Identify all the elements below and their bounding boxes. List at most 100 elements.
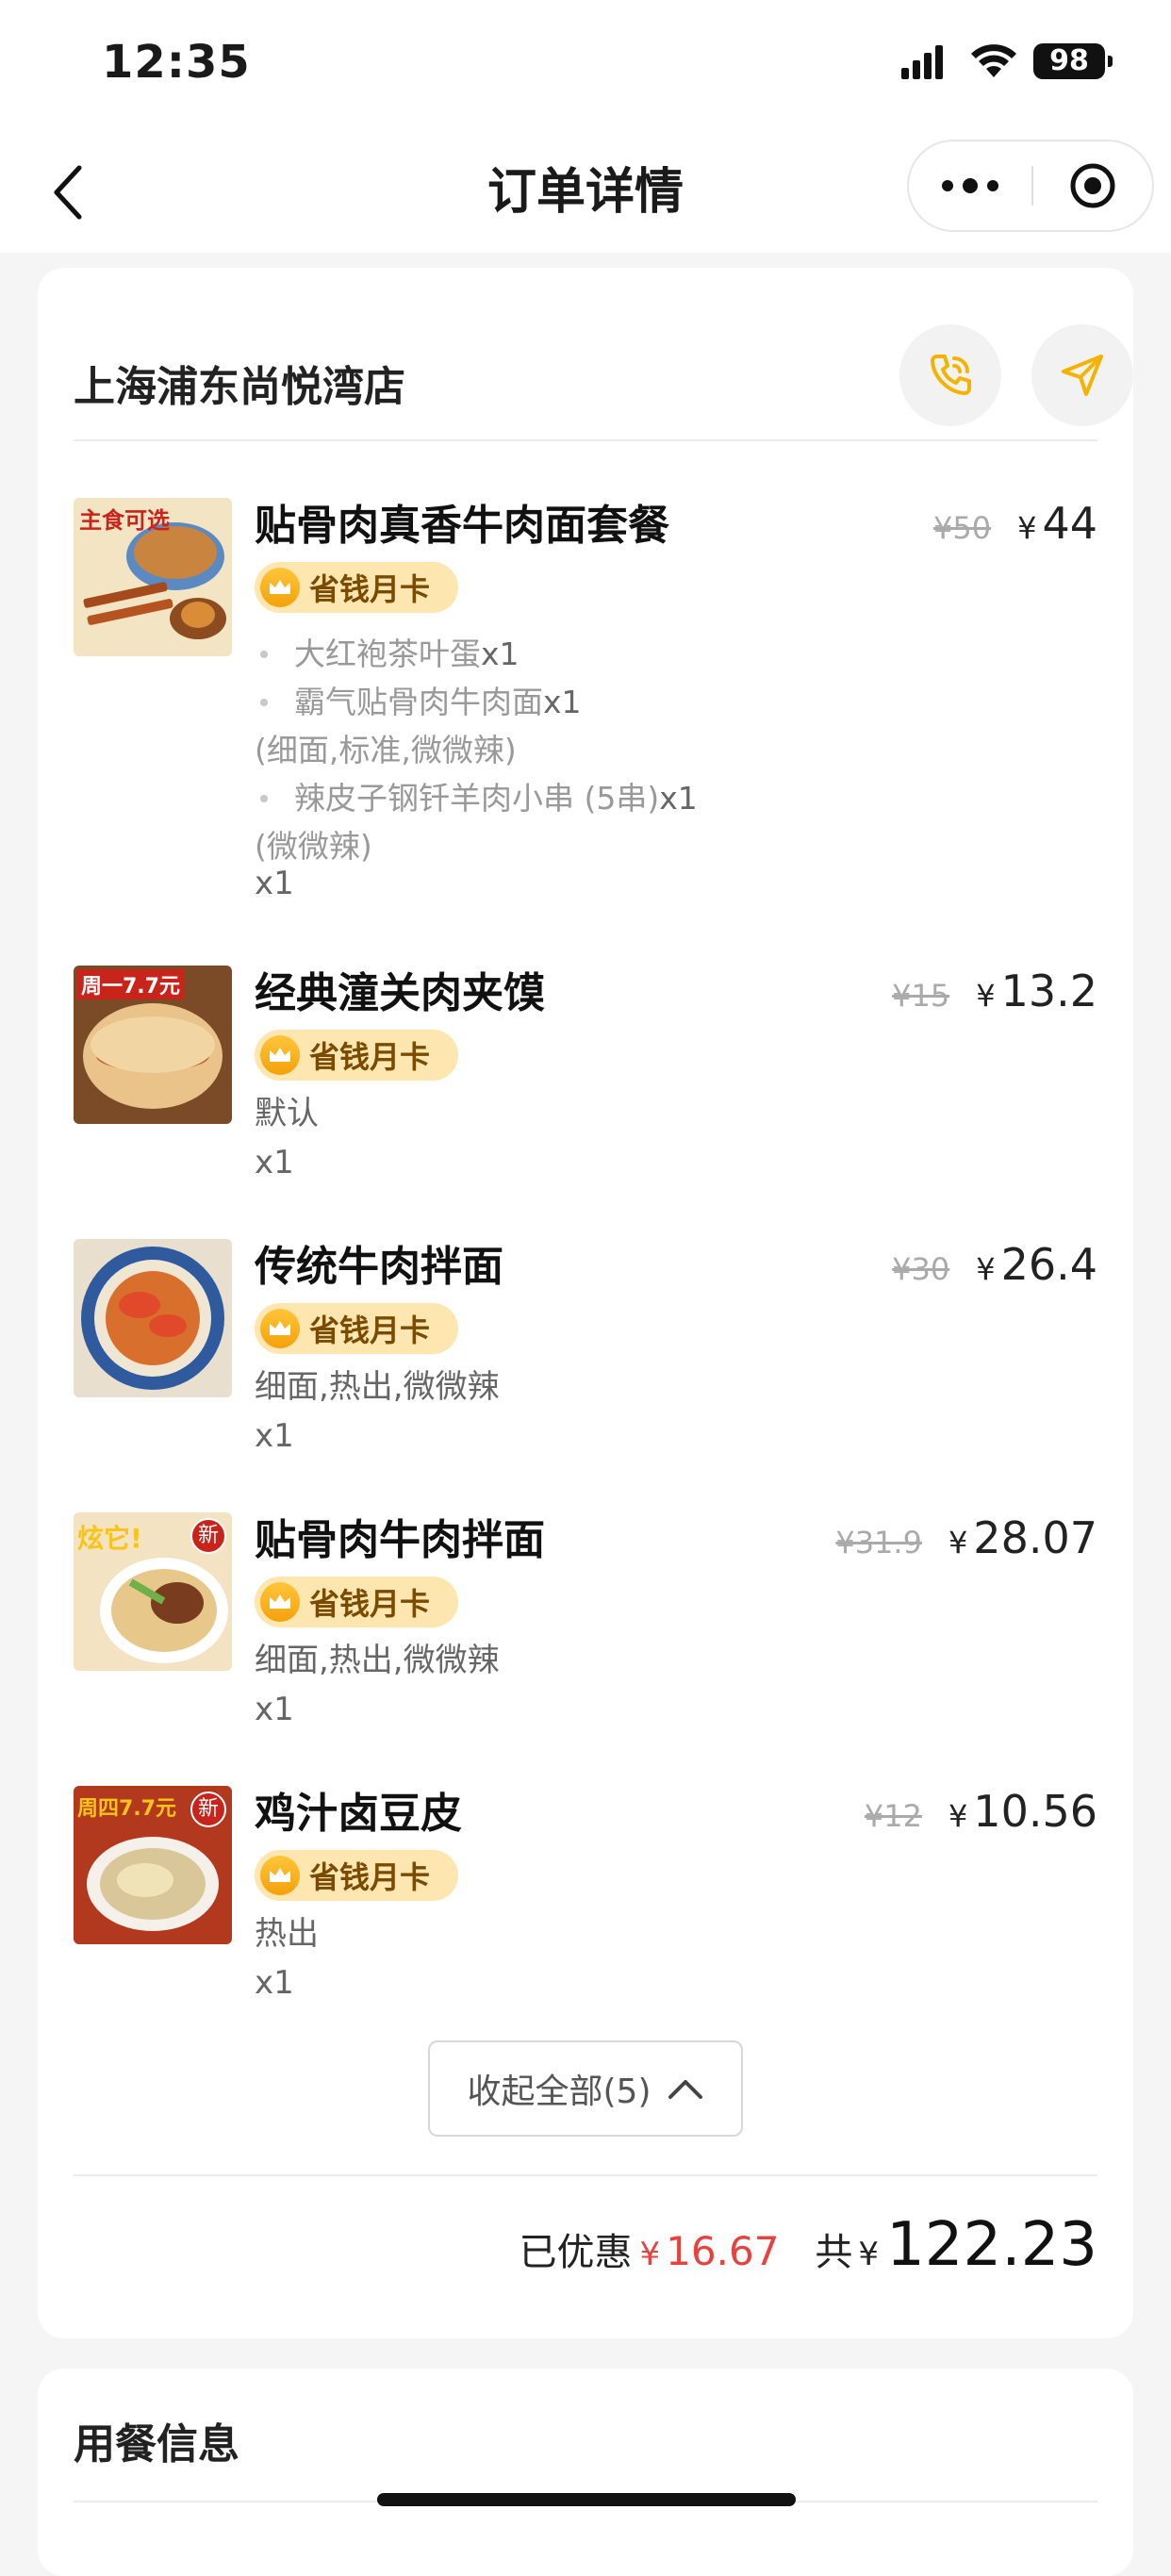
currency-symbol: ¥ [1017, 510, 1037, 546]
order-item[interactable]: 传统牛肉拌面 ¥30 ¥ 26.4 省钱月卡 细面,热出,微微辣 x1 [74, 1239, 1097, 1475]
badge-label: 省钱月卡 [309, 1586, 431, 1622]
collapse-all-button[interactable]: 收起全部(5) [428, 2040, 743, 2137]
original-price: ¥30 [892, 1251, 950, 1287]
item-quantity: x1 [255, 1964, 294, 2002]
item-price: ¥31.9 ¥ 28.07 [835, 1512, 1097, 1569]
store-divider [74, 439, 1097, 441]
item-image: 主食可选 [74, 498, 232, 656]
store-name: 上海浦东尚悦湾店 [74, 363, 405, 411]
phone-icon [931, 355, 971, 395]
mini-program-capsule [907, 140, 1154, 232]
item-image-caption: 周四7.7元 [77, 1797, 176, 1821]
current-price: 10.56 [973, 1786, 1097, 1837]
combo-sub-items: 大红袍茶叶蛋x1 霸气贴骨肉牛肉面x1 (细面,标准,微微辣) 辣皮子钢钎羊肉小… [255, 630, 783, 870]
currency-symbol: ¥ [948, 1525, 968, 1560]
order-item[interactable]: 炫它! 新 贴骨肉牛肉拌面 ¥31.9 ¥ 28.07 省钱月卡 细面,热出,微… [74, 1512, 1097, 1748]
item-spec: 默认 [255, 1095, 319, 1132]
wifi-icon [971, 44, 1016, 77]
battery-icon: 98 [1033, 43, 1113, 79]
nav-bar: 订单详情 [0, 132, 1171, 253]
badge-label: 省钱月卡 [309, 1859, 431, 1895]
crown-icon [260, 1309, 300, 1348]
home-indicator[interactable] [377, 2493, 796, 2506]
target-close-icon[interactable] [1033, 141, 1152, 230]
navigate-store-button[interactable] [1031, 324, 1133, 426]
badge-label: 省钱月卡 [309, 1039, 431, 1075]
new-tag: 新 [190, 1518, 226, 1554]
item-image: 炫它! 新 [74, 1512, 232, 1671]
item-price: ¥15 ¥ 13.2 [892, 966, 1097, 1022]
member-card-badge: 省钱月卡 [255, 1577, 458, 1627]
item-quantity: x1 [255, 865, 294, 902]
member-card-badge: 省钱月卡 [255, 1030, 458, 1081]
item-quantity: x1 [255, 1691, 294, 1728]
original-price: ¥15 [892, 978, 950, 1014]
item-price: ¥50 ¥ 44 [933, 498, 1097, 554]
current-price: 44 [1042, 498, 1097, 549]
item-image-caption: 主食可选 [79, 507, 170, 534]
badge-label: 省钱月卡 [309, 1313, 431, 1348]
original-price: ¥50 [933, 510, 992, 546]
dining-info-title: 用餐信息 [74, 2420, 239, 2469]
order-item[interactable]: 周一7.7元 经典潼关肉夹馍 ¥15 ¥ 13.2 省钱月卡 默认 x1 [74, 966, 1097, 1201]
cellular-signal-icon [901, 45, 943, 79]
item-spec: 细面,热出,微微辣 [255, 1642, 500, 1679]
total-label: 共 [815, 2231, 853, 2274]
crown-icon [260, 1582, 300, 1622]
chevron-up-icon [668, 2080, 702, 2099]
order-card: 上海浦东尚悦湾店 主食可选 贴骨肉真香牛肉面套餐 ¥50 ¥ 44 省钱月卡 大… [38, 268, 1133, 2338]
original-price: ¥12 [864, 1798, 922, 1834]
item-price: ¥12 ¥ 10.56 [865, 1786, 1097, 1842]
currency-symbol: ¥ [976, 978, 996, 1014]
sub-item-options: (微微辣) [255, 828, 372, 865]
order-total: 已优惠 ¥ 16.67 共 ¥ 122.23 [520, 2210, 1097, 2286]
item-name: 经典潼关肉夹馍 [255, 969, 545, 1017]
original-price: ¥31.9 [835, 1525, 922, 1560]
crown-icon [260, 1035, 300, 1075]
call-store-button[interactable] [899, 324, 1001, 426]
item-spec: 热出 [255, 1915, 319, 1953]
item-image: 周四7.7元 新 [74, 1786, 232, 1944]
badge-label: 省钱月卡 [309, 571, 431, 607]
store-header: 上海浦东尚悦湾店 [74, 324, 1133, 428]
collapse-label: 收起全部(5) [467, 2072, 651, 2111]
item-name: 传统牛肉拌面 [255, 1243, 503, 1291]
item-quantity: x1 [255, 1417, 294, 1455]
total-amount: 122.23 [886, 2210, 1097, 2280]
sub-item: 大红袍茶叶蛋x1 [255, 630, 783, 678]
more-dots-icon[interactable] [909, 141, 1031, 230]
item-name: 贴骨肉牛肉拌面 [255, 1516, 545, 1564]
discount-label: 已优惠 [519, 2231, 633, 2274]
sub-item-options: (细面,标准,微微辣) [255, 732, 517, 768]
current-price: 13.2 [1000, 966, 1097, 1016]
new-tag: 新 [190, 1792, 226, 1827]
member-card-badge: 省钱月卡 [255, 1303, 458, 1354]
item-name: 贴骨肉真香牛肉面套餐 [255, 502, 669, 550]
item-quantity: x1 [255, 1144, 294, 1181]
current-price: 26.4 [1000, 1239, 1097, 1290]
order-item[interactable]: 周四7.7元 新 鸡汁卤豆皮 ¥12 ¥ 10.56 省钱月卡 热出 x1 [74, 1786, 1097, 2022]
member-card-badge: 省钱月卡 [255, 1850, 458, 1901]
currency-symbol: ¥ [976, 1251, 996, 1287]
current-price: 28.07 [973, 1512, 1097, 1563]
total-currency: ¥ [858, 2236, 880, 2273]
total-divider [74, 2174, 1097, 2176]
crown-icon [260, 568, 300, 607]
navigation-arrow-icon [1062, 355, 1103, 396]
item-image-caption: 炫它! [77, 1523, 142, 1554]
sub-item: 霸气贴骨肉牛肉面x1 [255, 678, 783, 726]
status-time: 12:35 [102, 36, 251, 89]
item-name: 鸡汁卤豆皮 [255, 1790, 462, 1838]
crown-icon [260, 1856, 300, 1895]
item-image-caption: 周一7.7元 [77, 969, 184, 999]
currency-symbol: ¥ [948, 1798, 968, 1834]
item-image: 周一7.7元 [74, 966, 232, 1124]
member-card-badge: 省钱月卡 [255, 562, 458, 613]
item-image [74, 1239, 232, 1397]
dining-info-card: 用餐信息 [38, 2369, 1133, 2576]
discount-amount: 16.67 [666, 2228, 780, 2274]
item-spec: 细面,热出,微微辣 [255, 1368, 500, 1406]
order-item[interactable]: 主食可选 贴骨肉真香牛肉面套餐 ¥50 ¥ 44 省钱月卡 大红袍茶叶蛋x1 霸… [74, 498, 1097, 922]
status-bar: 12:35 98 [0, 0, 1171, 132]
discount-currency: ¥ [639, 2236, 661, 2273]
